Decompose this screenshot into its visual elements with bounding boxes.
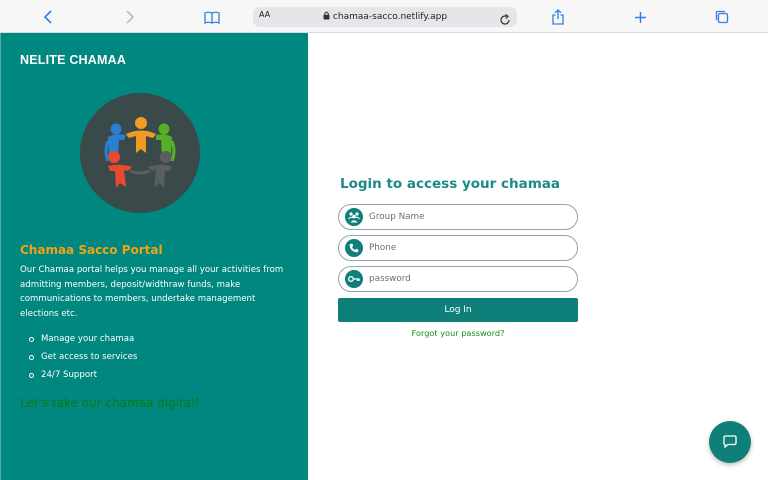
reload-icon[interactable] (499, 11, 511, 30)
chat-button[interactable] (709, 421, 751, 463)
list-item: Get access to services (29, 348, 137, 366)
people-circle-logo-icon (104, 117, 176, 188)
forgot-password-link[interactable]: Forgot your password? (338, 328, 578, 338)
list-item: 24/7 Support (29, 366, 137, 384)
login-title: Login to access your chamaa (340, 176, 561, 192)
call-to-action: Let's take our chamaa digital! (20, 396, 200, 410)
back-icon[interactable] (40, 7, 56, 27)
bookmarks-icon[interactable] (202, 7, 222, 27)
group-icon (345, 208, 363, 226)
logo (80, 93, 200, 213)
lock-icon (323, 11, 330, 23)
url-text: chamaa-sacco.netlify.app (332, 12, 448, 22)
key-icon (345, 270, 363, 288)
chat-icon (723, 433, 737, 452)
login-button[interactable]: Log In (338, 298, 578, 322)
feature-list: Manage your chamaa Get access to service… (29, 330, 137, 384)
list-item: Manage your chamaa (29, 330, 137, 348)
group-name-field[interactable] (338, 204, 578, 230)
phone-input[interactable] (369, 243, 569, 253)
new-tab-icon[interactable] (632, 7, 648, 27)
phone-field[interactable] (338, 235, 578, 261)
phone-icon (345, 239, 363, 257)
address-bar[interactable]: AA chamaa-sacco.netlify.app (253, 7, 517, 27)
portal-title: Chamaa Sacco Portal (20, 243, 163, 257)
browser-toolbar: AA chamaa-sacco.netlify.app (0, 0, 768, 33)
forward-icon[interactable] (122, 7, 138, 27)
share-icon[interactable] (550, 7, 566, 27)
brand-name: NELITE CHAMAA (20, 53, 127, 67)
group-name-input[interactable] (369, 212, 569, 222)
info-panel: NELITE CHAMAA Chamaa Sacco Portal Our Ch… (0, 33, 308, 480)
portal-description: Our Chamaa portal helps you manage all y… (20, 265, 284, 319)
tabs-icon[interactable] (714, 7, 730, 27)
password-input[interactable] (369, 274, 569, 284)
password-field[interactable] (338, 266, 578, 292)
